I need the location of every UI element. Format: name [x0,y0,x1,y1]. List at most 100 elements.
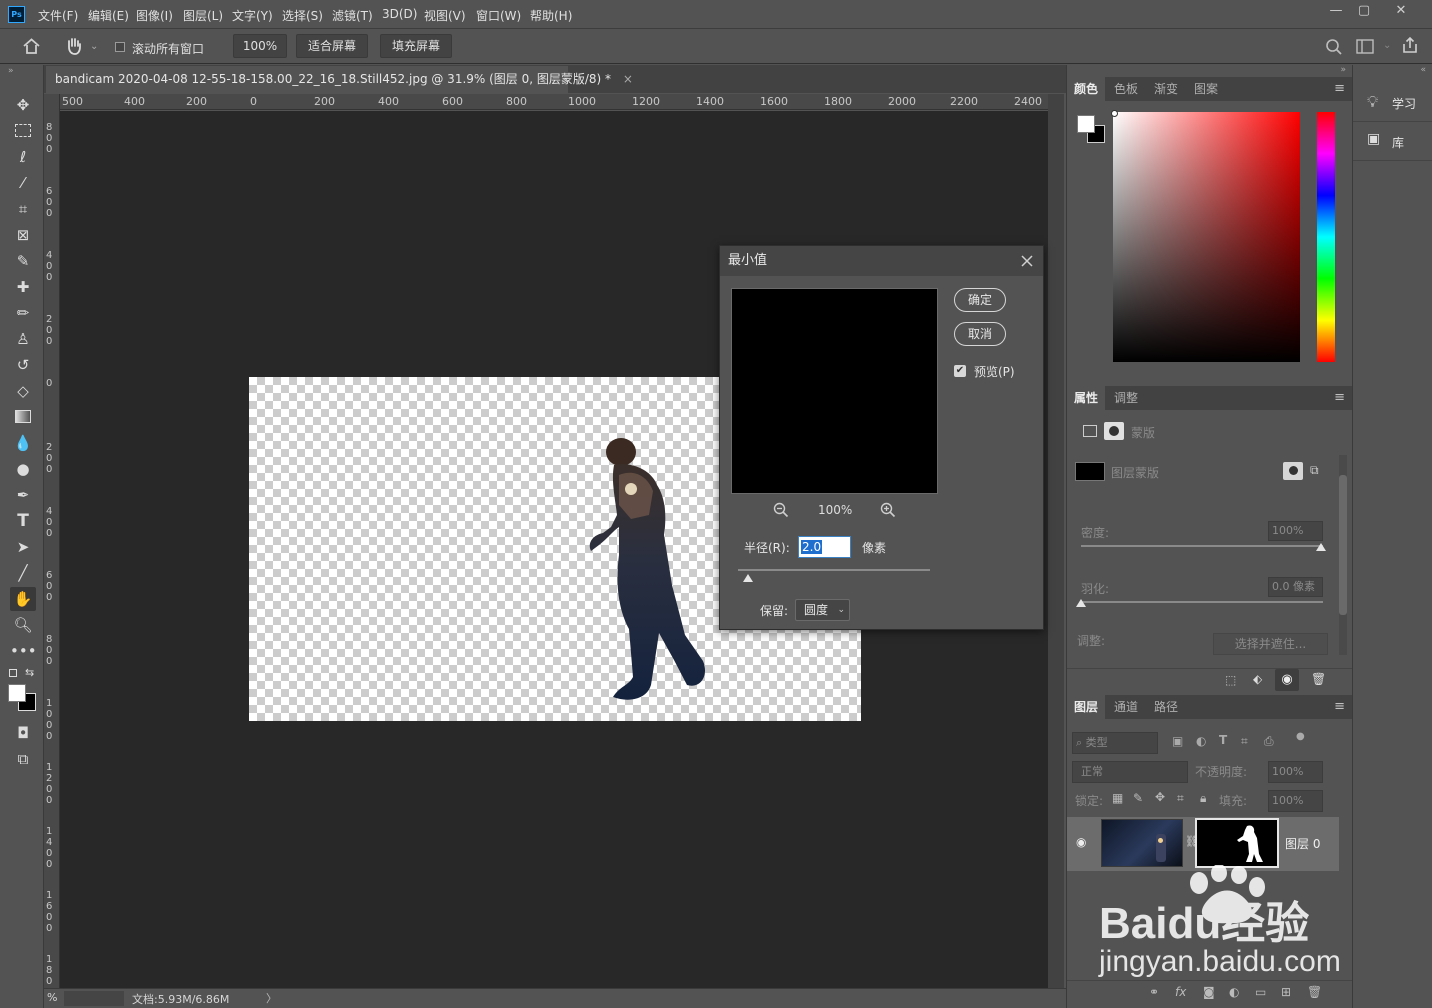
zoom-100-button[interactable]: 100% [233,34,287,58]
status-menu-arrow[interactable]: 〉 [266,990,277,1006]
eyedropper-tool-icon[interactable]: ✎ [10,249,36,273]
menu-type[interactable]: 文字(Y) [232,7,273,24]
load-selection-icon[interactable]: ⬚ [1225,673,1236,687]
menu-filter[interactable]: 滤镜(T) [332,7,373,24]
feather-slider-track[interactable] [1081,601,1323,603]
expand-panels-icon[interactable]: « [1420,65,1426,75]
zoom-in-icon[interactable] [880,502,896,518]
link-layers-icon[interactable]: ⚭ [1149,985,1159,999]
blur-tool-icon[interactable]: 💧 [10,431,36,455]
delete-layer-icon[interactable]: 🗑︎ [1307,985,1322,999]
canvas-vertical-scrollbar[interactable] [1048,94,1064,990]
select-and-mask-button[interactable]: 选择并遮住... [1213,633,1328,655]
hand-tool-icon[interactable] [64,36,84,56]
new-layer-icon[interactable]: ⊞ [1281,985,1291,999]
fit-screen-button[interactable]: 适合屏幕 [296,34,368,58]
panel-menu-icon[interactable]: ≡ [1334,700,1345,713]
cancel-button[interactable]: 取消 [954,322,1006,346]
foreground-color-swatch[interactable] [8,684,26,702]
fill-field[interactable]: 100% [1268,790,1323,812]
zoom-tool-icon[interactable]: 🔍︎ [10,613,36,637]
panel-menu-icon[interactable]: ≡ [1334,82,1345,95]
filter-toggle-icon[interactable]: ● [1296,731,1305,742]
density-field[interactable]: 100% [1268,521,1323,541]
line-tool-icon[interactable]: ╱ [10,561,36,585]
visibility-eye-icon[interactable]: ◉ [1275,669,1299,691]
layer-row[interactable]: ◉ ⛓ 图层 0 [1067,817,1339,871]
new-group-icon[interactable]: ▭ [1255,985,1266,999]
lock-position-icon[interactable]: ✥ [1155,790,1165,804]
layer-filter-kind[interactable]: ⌕ 类型 [1072,732,1158,754]
feather-slider-thumb[interactable] [1076,599,1086,607]
filter-preview[interactable] [731,288,938,494]
density-slider-track[interactable] [1081,545,1323,547]
tab-patterns[interactable]: 图案 [1187,77,1225,101]
collapse-toolbar-icon[interactable]: » [8,66,14,76]
gradient-tool-icon[interactable] [10,405,36,429]
color-picker-marker[interactable] [1111,110,1118,117]
type-tool-icon[interactable]: T [10,509,36,533]
quick-mask-icon[interactable]: ◘ [10,721,36,745]
tab-swatches[interactable]: 色板 [1107,77,1145,101]
blend-mode-select[interactable]: 正常 [1072,761,1188,783]
preview-checkbox[interactable]: ✔ [954,365,966,377]
radius-input[interactable]: 2.0 [798,536,851,558]
lock-all-icon[interactable]: 🔒︎ [1200,791,1206,806]
zoom-field[interactable] [64,991,124,1006]
tab-channels[interactable]: 通道 [1107,695,1145,719]
home-icon[interactable] [22,38,41,54]
swap-colors-icon[interactable]: ⇆ [25,666,34,679]
library-button[interactable]: ▣ 库 [1365,127,1429,157]
menu-view[interactable]: 视图(V) [424,7,466,24]
hue-slider[interactable] [1317,112,1335,362]
marquee-tool-icon[interactable] [10,119,36,143]
filter-pixel-icon[interactable]: ▣ [1172,734,1183,748]
default-colors-icon[interactable] [9,669,17,677]
density-slider-thumb[interactable] [1316,543,1326,551]
crop-tool-icon[interactable]: ⌗ [10,197,36,221]
filter-shape-icon[interactable]: ⌗ [1241,734,1248,749]
tab-gradients[interactable]: 渐变 [1147,77,1185,101]
maximize-button[interactable]: ▢ [1351,2,1377,20]
document-tab[interactable]: bandicam 2020-04-08 12-55-18-158.00_22_1… [46,66,633,93]
clone-stamp-tool-icon[interactable]: ♙ [10,327,36,351]
filter-adjustment-icon[interactable]: ◐ [1196,734,1206,748]
workspace-chevron-icon[interactable]: ⌄ [1383,40,1391,51]
menu-file[interactable]: 文件(F) [38,7,78,24]
adjustment-layer-icon[interactable]: ◐ [1229,985,1239,999]
brush-tool-icon[interactable]: ✏ [10,301,36,325]
opacity-field[interactable]: 100% [1268,761,1323,783]
delete-mask-icon[interactable]: 🗑︎ [1311,672,1326,686]
preserve-select[interactable]: 圆度 ⌄ [795,599,850,621]
hand-tool-active-icon[interactable]: ✋ [10,587,36,611]
menu-window[interactable]: 窗口(W) [476,7,521,24]
lock-image-icon[interactable]: ✎ [1133,791,1143,805]
close-window-button[interactable]: ✕ [1388,2,1414,20]
frame-tool-icon[interactable]: ⊠ [10,223,36,247]
tab-properties[interactable]: 属性 [1067,386,1106,410]
menu-edit[interactable]: 编辑(E) [88,7,129,24]
history-brush-tool-icon[interactable]: ↺ [10,353,36,377]
eraser-tool-icon[interactable]: ◇ [10,379,36,403]
scroll-all-checkbox[interactable] [115,42,125,52]
zoom-out-icon[interactable] [773,502,789,518]
lock-transparent-icon[interactable]: ▦ [1112,791,1123,805]
minimize-button[interactable]: — [1323,2,1349,20]
dodge-tool-icon[interactable]: ● [10,457,36,481]
more-tools-icon[interactable]: ••• [10,639,37,663]
menu-layer[interactable]: 图层(L) [183,7,223,24]
radius-slider-track[interactable] [738,569,930,571]
path-selection-tool-icon[interactable]: ➤ [10,535,36,559]
apply-mask-icon[interactable]: ⧉ [1310,463,1319,478]
tab-layers[interactable]: 图层 [1067,695,1106,719]
layer-mask-thumbnail[interactable] [1195,818,1279,868]
tab-adjustments[interactable]: 调整 [1107,386,1145,410]
panel-menu-icon[interactable]: ≡ [1334,391,1345,404]
close-icon[interactable] [1021,255,1033,267]
pen-tool-icon[interactable]: ✒ [10,483,36,507]
fill-screen-button[interactable]: 填充屏幕 [380,34,452,58]
menu-image[interactable]: 图像(I) [136,7,173,24]
workspace-icon[interactable] [1356,39,1374,54]
add-mask-icon[interactable]: ◙ [1203,985,1215,999]
learn-button[interactable]: 💡︎ 学习 [1365,88,1429,118]
